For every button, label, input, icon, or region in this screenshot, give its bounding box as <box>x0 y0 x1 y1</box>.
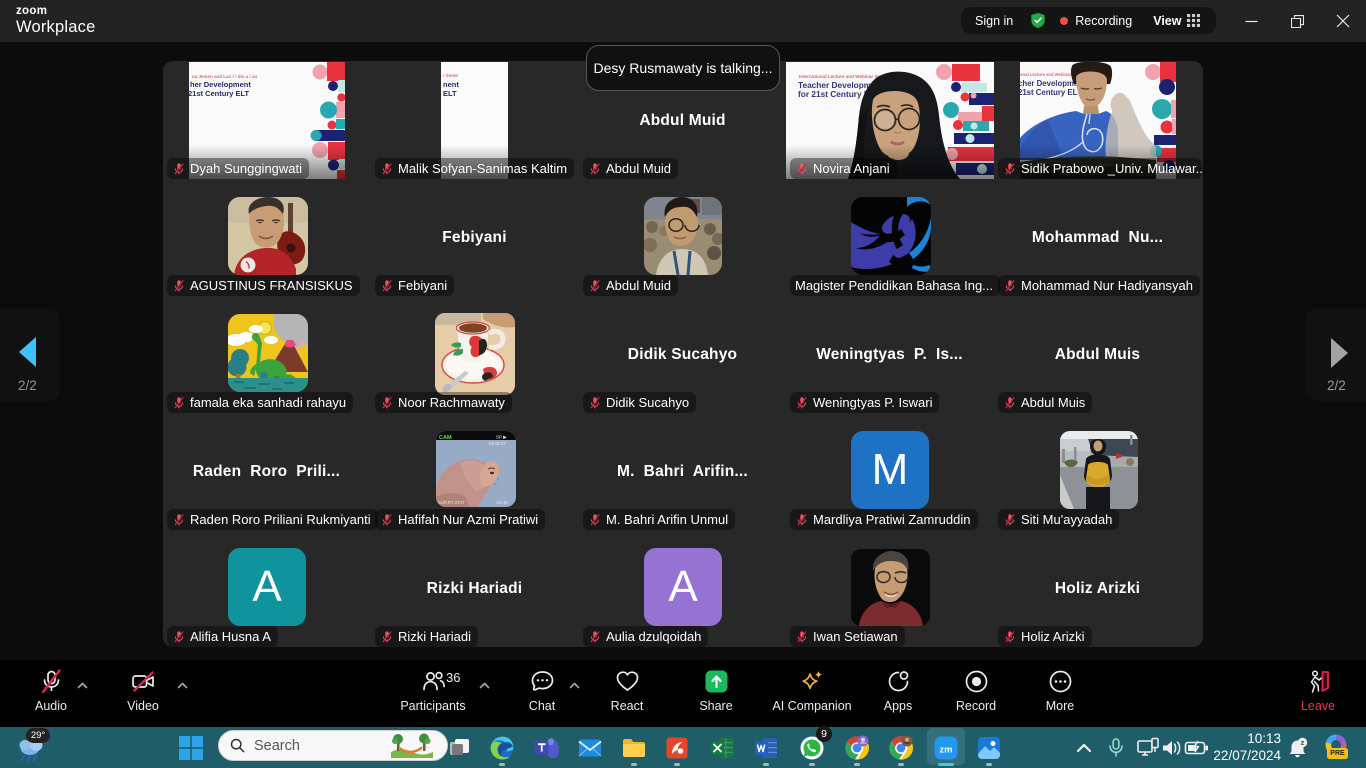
svg-text:International Lecture and Webi: International Lecture and Webinar Series <box>799 74 889 79</box>
svg-text:zm: zm <box>939 745 952 756</box>
svg-text:na Jemen and Lan t i dm a i an: na Jemen and Lan t i dm a i an <box>192 74 258 79</box>
svg-text:r Series: r Series <box>443 73 459 78</box>
svg-text:-00 00 22: -00 00 22 <box>488 441 506 446</box>
svg-text:21st Century ELT: 21st Century ELT <box>189 89 250 98</box>
svg-text:SP ▶: SP ▶ <box>496 435 507 440</box>
svg-text:onal Lecture and Webinar: onal Lecture and Webinar <box>1020 72 1071 77</box>
svg-text:21st Century EL: 21st Century EL <box>1020 88 1078 97</box>
svg-text:ELT: ELT <box>443 89 457 98</box>
svg-text:her Development: her Development <box>190 80 251 89</box>
svg-text:nent: nent <box>443 80 459 89</box>
svg-text:z: z <box>1301 738 1305 747</box>
svg-text:CAM: CAM <box>439 435 452 441</box>
svg-text:CH 40: CH 40 <box>496 500 509 505</box>
svg-text:SUR RT STAT: SUR RT STAT <box>438 500 465 505</box>
svg-text:cher Developme: cher Developme <box>1020 79 1079 88</box>
